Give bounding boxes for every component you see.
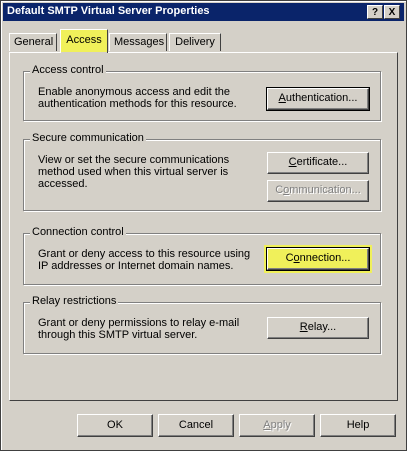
secure-communication-description: View or set the secure communications me… [38,154,229,190]
description-line: Grant or deny permissions to relay e-mai… [38,317,240,329]
button-label-rest: elay... [307,321,337,333]
relay-restrictions-description: Grant or deny permissions to relay e-mai… [38,317,239,341]
connection-control-description: Grant or deny access to this resource us… [38,248,250,272]
button-label-rest: uthentication... [285,92,358,104]
tab-access[interactable]: Access [60,29,108,54]
group-label: Relay restrictions [30,295,119,307]
certificate-button[interactable]: Certificate... [267,152,369,174]
description-line: Enable anonymous access and edit the [38,86,231,98]
button-label-mnemonic: C [288,156,297,168]
relay-button[interactable]: Relay... [267,317,369,339]
ok-button[interactable]: OK [77,414,153,437]
group-label: Connection control [30,226,126,238]
cancel-button[interactable]: Cancel [158,414,234,437]
secure-communication-group: Secure communication View or set the sec… [23,132,381,211]
title-bar[interactable]: Default SMTP Virtual Server Properties ?… [3,3,404,21]
access-control-description: Enable anonymous access and edit the aut… [38,86,237,110]
close-icon: X [388,7,396,18]
group-label: Access control [30,64,106,76]
tab-panel-access: Access control Enable anonymous access a… [9,52,398,401]
button-label-rest: ertificate... [296,156,348,168]
tab-general[interactable]: General [9,33,57,51]
description-line: IP addresses or Internet domain names. [38,260,234,272]
description-line: method used when this virtual server is [38,166,229,178]
description-line: through this SMTP virtual server. [38,329,198,341]
button-label-rest: pply [270,419,291,431]
description-line: Grant or deny access to this resource us… [38,248,251,260]
help-title-button[interactable]: ? [367,5,383,19]
button-label-prefix: C [275,184,284,196]
description-line: accessed. [38,178,88,190]
description-line: View or set the secure communications [38,154,230,166]
tab-delivery[interactable]: Delivery [169,33,221,51]
button-label-prefix: C [285,252,294,264]
authentication-button[interactable]: Authentication... [266,87,370,111]
button-label-rest: mmunication... [289,184,361,196]
dialog-window: Default SMTP Virtual Server Properties ?… [0,0,407,451]
description-line: authentication methods for this resource… [38,98,237,110]
tab-messages[interactable]: Messages [109,33,167,51]
help-icon: ? [371,7,379,18]
connection-control-group: Connection control Grant or deny access … [23,226,381,285]
button-label-mnemonic: A [278,92,286,104]
access-control-group: Access control Enable anonymous access a… [23,64,381,121]
apply-button[interactable]: Apply [239,414,315,437]
button-label-mnemonic: A [263,419,271,431]
help-button[interactable]: Help [320,414,396,437]
window-title: Default SMTP Virtual Server Properties [7,5,210,17]
button-label-mnemonic: R [299,321,308,333]
button-label-rest: nnection... [299,252,351,264]
group-label: Secure communication [30,132,146,144]
close-title-button[interactable]: X [384,5,400,19]
connection-button[interactable]: Connection... [266,247,370,271]
communication-button[interactable]: Communication... [267,180,369,202]
relay-restrictions-group: Relay restrictions Grant or deny permiss… [23,295,381,354]
